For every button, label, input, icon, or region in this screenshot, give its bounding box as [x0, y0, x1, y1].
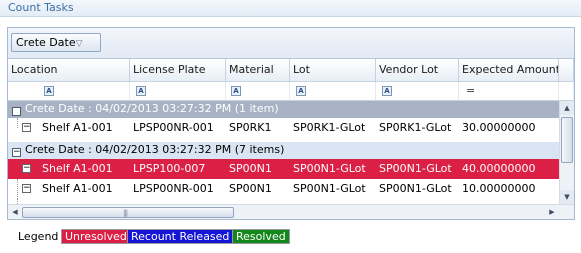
group-chip-label: Crete Date — [16, 36, 76, 49]
cell-lot: SP00N1-GLot — [293, 182, 366, 195]
filter-cell-spacer — [559, 82, 574, 101]
scroll-down-icon[interactable]: ▼ — [560, 190, 574, 204]
group-row-label: Crete Date : 04/02/2013 03:27:32 PM (7 i… — [25, 143, 285, 156]
cell-location: Shelf A1-001 — [42, 121, 113, 134]
cell-vendor-lot: SP00N1-GLot — [379, 182, 452, 195]
legend-resolved: Resolved — [232, 229, 290, 244]
cell-lot: SP00N1-GLot — [293, 162, 366, 175]
cell-expected-amount: 10.00000000 — [462, 182, 536, 195]
text-filter-icon[interactable]: A — [136, 86, 146, 96]
column-header-spacer — [559, 59, 574, 82]
collapse-group-icon[interactable]: − — [12, 148, 21, 157]
filter-cell-material: A — [226, 82, 290, 101]
expand-row-icon[interactable]: − — [22, 164, 31, 173]
group-row-2[interactable]: − Crete Date : 04/02/2013 03:27:32 PM (7 … — [8, 142, 559, 159]
cell-expected-amount: 30.00000000 — [462, 121, 536, 134]
column-header-lot[interactable]: Lot — [290, 59, 376, 82]
cell-lot: SP0RK1-GLot — [293, 121, 366, 134]
collapse-group-icon[interactable]: − — [12, 107, 21, 116]
scroll-right-icon[interactable]: ▶ — [545, 205, 559, 219]
column-header-license-plate[interactable]: License Plate — [130, 59, 226, 82]
vertical-scrollbar[interactable]: ▲ ▼ — [559, 101, 574, 204]
group-row-1[interactable]: − Crete Date : 04/02/2013 03:27:32 PM (1 … — [8, 101, 559, 118]
cell-location: Shelf A1-001 — [42, 162, 113, 175]
scroll-up-icon[interactable]: ▲ — [560, 101, 574, 115]
cell-expected-amount: 40.00000000 — [462, 162, 536, 175]
text-filter-icon[interactable]: A — [231, 86, 241, 96]
text-filter-icon[interactable]: A — [296, 86, 306, 96]
group-row-label: Crete Date : 04/02/2013 03:27:32 PM (1 i… — [25, 102, 279, 115]
cell-license-plate: LPSP00NR-001 — [133, 182, 214, 195]
legend-label: Legend — [18, 230, 59, 243]
expand-row-icon[interactable]: − — [22, 184, 31, 193]
filter-cell-location: A — [8, 82, 130, 101]
scroll-left-icon[interactable]: ◀ — [8, 205, 22, 219]
text-filter-icon[interactable]: A — [382, 86, 392, 96]
count-tasks-grid: Crete Date▽ Location License Plate Mater… — [7, 27, 575, 220]
scrollbar-corner — [559, 205, 574, 219]
cell-material: SP00N1 — [229, 182, 272, 195]
tree-line — [17, 179, 18, 199]
legend-recount-released: Recount Released — [127, 229, 234, 244]
filter-operator-equals[interactable]: = — [466, 84, 475, 97]
column-header-material[interactable]: Material — [226, 59, 290, 82]
expand-row-icon[interactable]: − — [22, 123, 31, 132]
column-header-location[interactable]: Location — [8, 59, 130, 82]
tree-line — [17, 118, 18, 128]
filter-cell-license-plate: A — [130, 82, 226, 101]
cell-license-plate: LPSP100-007 — [133, 162, 206, 175]
cell-license-plate: LPSP00NR-001 — [133, 121, 214, 134]
cell-material: SP00N1 — [229, 162, 272, 175]
text-filter-icon[interactable]: A — [44, 86, 54, 96]
filter-cell-lot: A — [290, 82, 376, 101]
group-chip-crete-date[interactable]: Crete Date▽ — [11, 33, 101, 52]
horizontal-scrollbar[interactable]: ◀ ||| ▶ — [8, 204, 574, 219]
cell-location: Shelf A1-001 — [42, 182, 113, 195]
table-row[interactable]: − Shelf A1-001 LPSP00NR-001 SP0RK1 SP0RK… — [8, 118, 559, 138]
column-header-vendor-lot[interactable]: Vendor Lot — [376, 59, 459, 82]
sort-arrow-icon[interactable]: ▽ — [76, 39, 83, 49]
cell-vendor-lot: SP00N1-GLot — [379, 162, 452, 175]
horizontal-scroll-thumb[interactable]: ||| — [22, 207, 234, 218]
column-header-expected-amount[interactable]: Expected Amount — [459, 59, 559, 82]
table-row[interactable]: − Shelf A1-001 LPSP00NR-001 SP00N1 SP00N… — [8, 179, 559, 199]
filter-cell-vendor-lot: A — [376, 82, 459, 101]
legend-unresolved: Unresolved — [61, 229, 131, 244]
filter-cell-expected-amount: = — [459, 82, 559, 101]
cell-vendor-lot: SP0RK1-GLot — [379, 121, 452, 134]
cell-material: SP0RK1 — [229, 121, 272, 134]
grip-icon: ||| — [123, 209, 128, 217]
vertical-scroll-thumb[interactable] — [561, 117, 573, 163]
panel-title: Count Tasks — [0, 0, 581, 17]
group-by-panel: Crete Date▽ — [8, 28, 574, 59]
table-row-selected[interactable]: − Shelf A1-001 LPSP100-007 SP00N1 SP00N1… — [8, 159, 559, 179]
